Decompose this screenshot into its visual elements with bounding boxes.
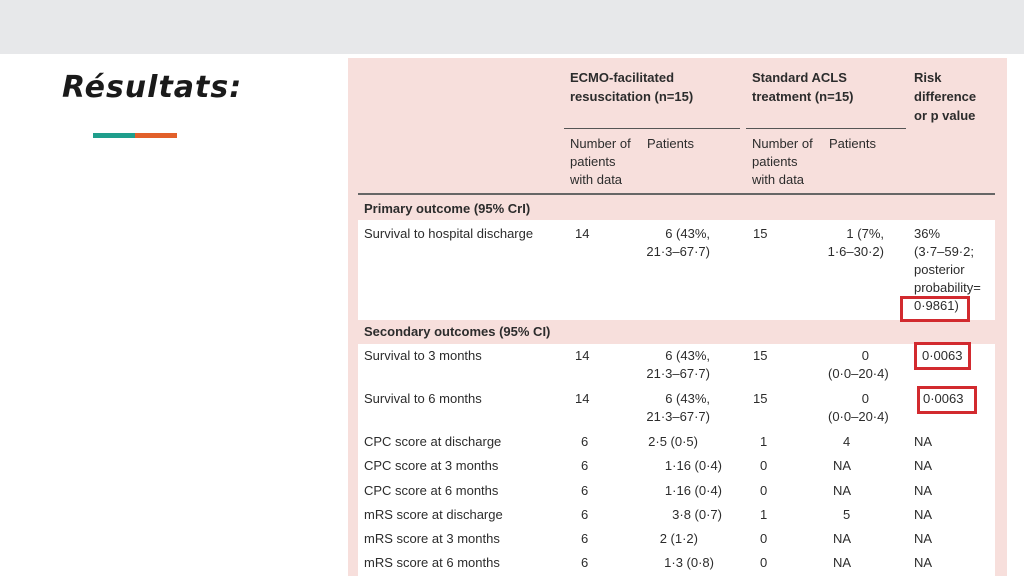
cell-std-n: 15: [753, 348, 768, 363]
subheader-standard-patients: Patients: [829, 136, 876, 151]
cell-std-patients: NA: [833, 531, 852, 546]
row-label: mRS score at 3 months: [364, 531, 500, 546]
row-label: Survival to 6 months: [364, 391, 482, 406]
cell-std-patients: NA: [833, 483, 852, 498]
cell-risk: NA: [914, 531, 933, 546]
cell-std-n: 1: [760, 507, 768, 522]
cell-ecmo-n: 6: [581, 483, 589, 498]
cell-std-n: 15: [753, 226, 768, 241]
cell-std-patients: 0 (0·0–20·4): [828, 348, 889, 381]
cell-ecmo-n: 6: [581, 458, 589, 473]
highlight-box-p-3months: [914, 342, 971, 370]
cell-ecmo-patients: 1·16 (0·4): [664, 483, 722, 498]
row-label: mRS score at 6 months: [364, 555, 500, 570]
slide-title: Résultats:: [62, 70, 243, 105]
cell-ecmo-n: 6: [581, 434, 589, 449]
cell-std-n: 0: [760, 555, 768, 570]
cell-ecmo-patients: 3·8 (0·7): [672, 507, 722, 522]
header-standard-acls: Standard ACLS treatment (n=15): [752, 70, 854, 104]
header-ecmo: ECMO-facilitated resuscitation (n=15): [570, 70, 694, 104]
cell-std-patients: 5: [843, 507, 851, 522]
cell-ecmo-patients: 1·3 (0·8): [664, 555, 714, 570]
cell-risk: NA: [914, 483, 933, 498]
row-label: CPC score at 6 months: [364, 483, 499, 498]
cell-std-n: 0: [760, 483, 768, 498]
cell-std-n: 0: [760, 531, 768, 546]
top-banner: [0, 0, 1024, 54]
section-primary: Primary outcome (95% CrI): [364, 201, 531, 216]
cell-ecmo-n: 6: [581, 507, 589, 522]
row-label: Survival to 3 months: [364, 348, 482, 363]
cell-ecmo-n: 14: [575, 226, 590, 241]
row-label: mRS score at discharge: [364, 507, 503, 522]
cell-std-n: 0: [760, 458, 768, 473]
cell-ecmo-patients: 2 (1·2): [659, 531, 698, 546]
cell-std-patients: NA: [833, 458, 852, 473]
cell-std-patients: 4: [843, 434, 851, 449]
header-underline-standard: [746, 128, 906, 129]
cell-ecmo-n: 14: [575, 348, 590, 363]
cell-ecmo-n: 14: [575, 391, 590, 406]
cell-risk: NA: [914, 555, 933, 570]
cell-ecmo-patients: 2·5 (0·5): [648, 434, 698, 449]
subheader-ecmo-number: Number of patients with data: [570, 136, 631, 187]
cell-std-patients: NA: [833, 555, 852, 570]
cell-ecmo-patients: 6 (43%, 21·3–67·7): [646, 348, 710, 381]
header-bottom-rule: [358, 193, 995, 195]
subheader-standard-number: Number of patients with data: [752, 136, 813, 187]
cell-ecmo-patients: 6 (43%, 21·3–67·7): [646, 391, 710, 424]
row-label: Survival to hospital discharge: [364, 226, 534, 241]
cell-std-patients: 0 (0·0–20·4): [828, 391, 889, 424]
results-table: ECMO-facilitated resuscitation (n=15) St…: [348, 58, 1007, 576]
row-label: CPC score at 3 months: [364, 458, 499, 473]
cell-ecmo-patients: 6 (43%, 21·3–67·7): [646, 226, 710, 259]
cell-ecmo-n: 6: [581, 555, 589, 570]
subheader-ecmo-patients: Patients: [647, 136, 694, 151]
accent-bar-orange: [135, 133, 177, 138]
cell-std-patients: 1 (7%, 1·6–30·2): [827, 226, 884, 259]
cell-ecmo-n: 6: [581, 531, 589, 546]
cell-std-n: 15: [753, 391, 768, 406]
cell-risk: NA: [914, 507, 933, 522]
section-secondary: Secondary outcomes (95% CI): [364, 324, 551, 339]
highlight-box-probability: [900, 296, 970, 322]
row-label: CPC score at discharge: [364, 434, 502, 449]
accent-bar-teal: [93, 133, 135, 138]
cell-risk: NA: [914, 458, 933, 473]
highlight-box-p-6months: [917, 386, 977, 414]
cell-risk: NA: [914, 434, 933, 449]
header-risk-difference: Risk difference or p value: [914, 70, 977, 123]
cell-ecmo-patients: 1·16 (0·4): [664, 458, 722, 473]
header-underline-ecmo: [564, 128, 740, 129]
cell-std-n: 1: [760, 434, 768, 449]
